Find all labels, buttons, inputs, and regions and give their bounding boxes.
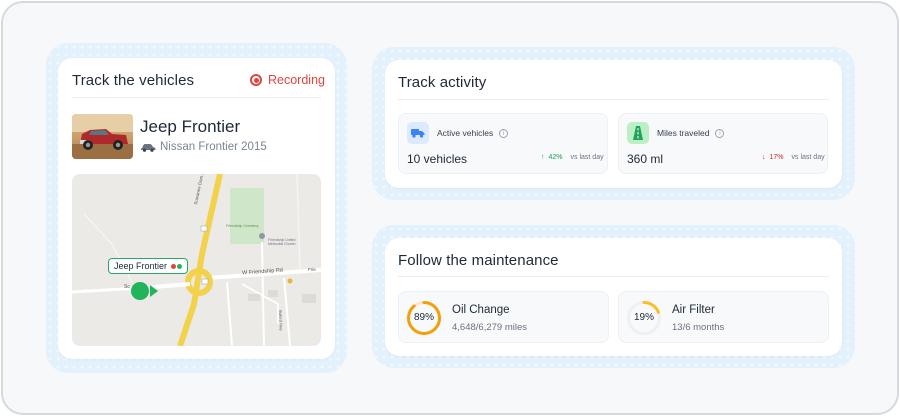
maintenance-divider [398, 276, 829, 277]
maintenance-item-detail: 13/6 months [672, 322, 725, 333]
stat-trend: ↓ 17% vs last day [762, 154, 825, 161]
maintenance-item-detail: 4,648/6,279 miles [452, 322, 527, 333]
car-icon [141, 144, 156, 152]
trend-value: 42% [548, 154, 563, 161]
trend-value: 17% [769, 154, 784, 161]
record-icon [250, 74, 262, 86]
stat-value: 360 ml [627, 152, 664, 166]
vehicle-sub: Nissan Frontier 2015 [140, 141, 267, 153]
vehicle-marker-name: Jeep Frontier [114, 261, 168, 271]
activity-card: Track activity Active vehicles i 10 vehi… [385, 60, 842, 188]
maintenance-item-filter[interactable]: 19% Air Filter 13/6 months [618, 291, 829, 343]
park-area [230, 188, 264, 244]
info-icon[interactable]: i [499, 128, 509, 138]
recording-indicator[interactable]: Recording [250, 73, 325, 87]
map-label-cemetery: Friendship Cemetery [226, 224, 259, 228]
stat-miles-traveled[interactable]: Miles traveled i 360 ml ↓ 17% vs last da… [618, 113, 828, 174]
tracker-title: Track the vehicles [72, 72, 195, 89]
stat-trend: ↑ 42% vs last day [541, 154, 604, 161]
map-label-frie: Frie [308, 267, 316, 272]
maintenance-card: Follow the maintenance 89% Oil Change 4,… [385, 238, 842, 356]
arrow-down-icon: ↓ [762, 154, 766, 161]
stat-label: Active vehicles i [437, 128, 509, 138]
stat-label-text: Miles traveled [657, 128, 710, 138]
maintenance-item-oil[interactable]: 89% Oil Change 4,648/6,279 miles [398, 291, 609, 343]
map-label-sc: Sc [124, 284, 130, 290]
vehicle-photo[interactable] [72, 114, 133, 159]
road-icon-wrap [627, 122, 649, 144]
map-label-buford-highway: Buford Hwy [278, 310, 284, 331]
maintenance-item-title: Air Filter [672, 304, 715, 316]
marker-status-dots [171, 263, 183, 269]
truck-photo-icon [72, 114, 133, 159]
vehicle-map[interactable]: W Friendship Rd Friendship Cemetery Frie… [72, 174, 321, 346]
stat-label: Miles traveled i [657, 128, 725, 138]
activity-title: Track activity [398, 74, 487, 91]
vehicle-marker-label[interactable]: Jeep Frontier [108, 258, 189, 274]
stat-value: 10 vehicles [407, 152, 468, 166]
activity-divider [398, 99, 829, 100]
trend-compare: vs last day [570, 154, 604, 161]
vehicle-marker-icon[interactable] [130, 280, 166, 302]
maintenance-title: Follow the maintenance [398, 252, 559, 269]
info-icon[interactable]: i [715, 128, 725, 138]
road-icon [633, 126, 643, 140]
arrow-up-icon: ↑ [541, 154, 545, 161]
stat-label-text: Active vehicles [437, 128, 494, 138]
trend-compare: vs last day [791, 154, 825, 161]
truck-icon [411, 129, 425, 138]
recording-label: Recording [268, 73, 325, 87]
oil-progress-label: 89% [413, 312, 434, 323]
filter-progress-label: 19% [633, 312, 654, 323]
vehicle-name: Jeep Frontier [140, 117, 241, 136]
tracker-card: Track the vehicles Recording Jeep Fronti… [58, 58, 335, 359]
vehicle-model: Nissan Frontier 2015 [160, 141, 267, 153]
truck-icon-wrap [407, 122, 429, 144]
tracker-divider [72, 97, 321, 98]
maintenance-item-title: Oil Change [452, 304, 510, 316]
map-label-church: Friendship United Methodist Church [268, 238, 296, 247]
stat-active-vehicles[interactable]: Active vehicles i 10 vehicles ↑ 42% vs l… [398, 113, 608, 174]
